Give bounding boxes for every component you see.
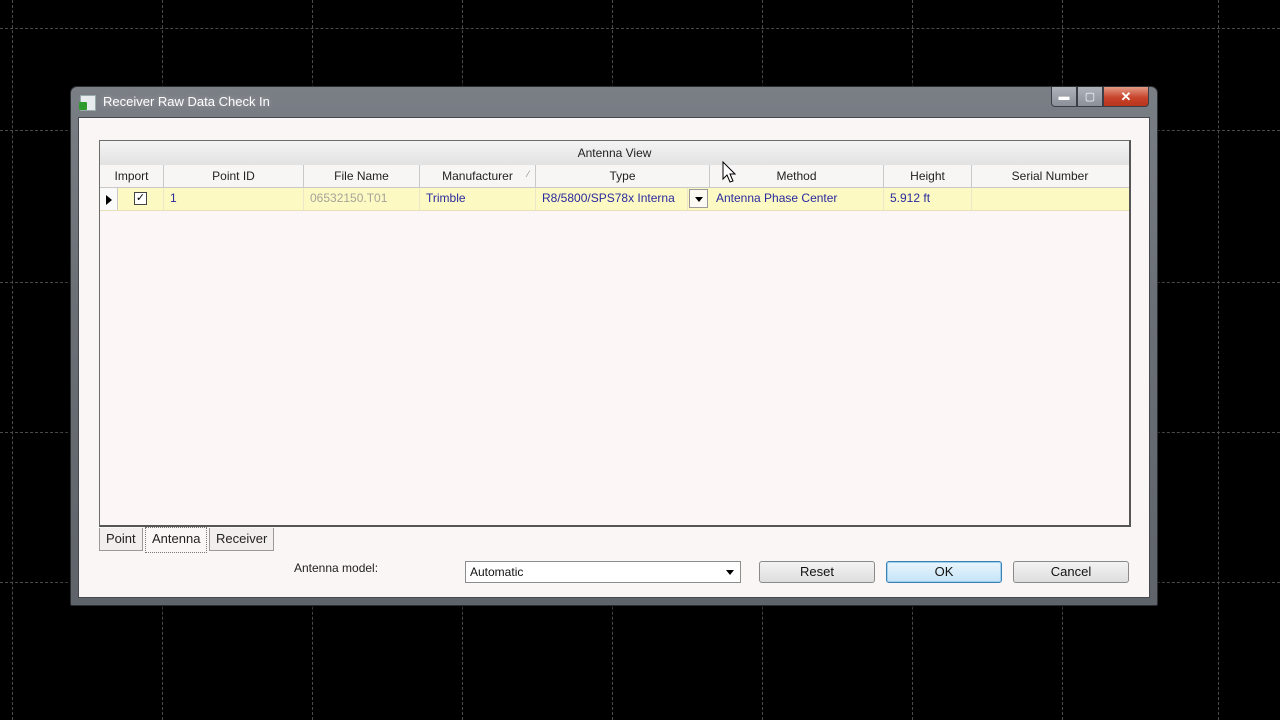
cell-method[interactable]: Antenna Phase Center — [710, 188, 884, 210]
type-dropdown-button[interactable] — [689, 189, 708, 208]
maximize-button[interactable]: ▢ — [1077, 87, 1103, 107]
antenna-grid[interactable]: Antenna View Import Point ID File Name M… — [99, 140, 1131, 527]
column-header-import[interactable]: Import — [100, 165, 164, 187]
close-button[interactable]: ✕ — [1103, 87, 1149, 107]
cell-serial-number[interactable] — [972, 188, 1128, 210]
column-header-manufacturer-label: Manufacturer — [442, 169, 513, 183]
dialog-client-area: Antenna View Import Point ID File Name M… — [78, 117, 1150, 598]
column-header-file-name[interactable]: File Name — [304, 165, 420, 187]
column-header-row: Import Point ID File Name Manufacturer ⁄… — [100, 165, 1129, 188]
cancel-button[interactable]: Cancel — [1013, 561, 1129, 583]
column-header-serial-number[interactable]: Serial Number — [972, 165, 1128, 187]
column-header-height[interactable]: Height — [884, 165, 972, 187]
sort-indicator-icon: ⁄ — [527, 169, 529, 179]
antenna-model-dropdown[interactable]: Automatic — [465, 561, 741, 583]
column-header-point-id[interactable]: Point ID — [164, 165, 304, 187]
ok-button[interactable]: OK — [886, 561, 1002, 583]
cell-import: ✓ — [118, 188, 164, 210]
cell-type[interactable]: R8/5800/SPS78x Interna — [536, 188, 688, 210]
reset-button[interactable]: Reset — [759, 561, 875, 583]
grid-group-header: Antenna View — [100, 141, 1129, 166]
dialog-window: Receiver Raw Data Check In ▬ ▢ ✕ Antenna… — [70, 86, 1158, 606]
cell-manufacturer[interactable]: Trimble — [420, 188, 536, 210]
mouse-cursor-icon — [722, 161, 737, 183]
tab-antenna[interactable]: Antenna — [145, 527, 208, 553]
title-bar[interactable]: Receiver Raw Data Check In ▬ ▢ ✕ — [71, 87, 1157, 117]
row-selector[interactable] — [100, 188, 118, 210]
table-row[interactable]: ✓ 1 06532150.T01 Trimble R8/5800/SPS78x … — [100, 188, 1129, 211]
cell-file-name: 06532150.T01 — [304, 188, 420, 210]
chevron-down-icon — [726, 570, 734, 575]
caption-buttons: ▬ ▢ ✕ — [1051, 87, 1149, 107]
antenna-model-value: Automatic — [470, 565, 524, 579]
app-icon — [79, 95, 96, 111]
antenna-model-label: Antenna model: — [294, 561, 379, 575]
import-checkbox[interactable]: ✓ — [134, 192, 147, 205]
window-title: Receiver Raw Data Check In — [103, 94, 270, 109]
tab-receiver[interactable]: Receiver — [209, 528, 275, 551]
cell-point-id[interactable]: 1 — [164, 188, 304, 210]
current-row-arrow-icon — [106, 195, 112, 205]
minimize-button[interactable]: ▬ — [1051, 87, 1077, 107]
column-header-manufacturer[interactable]: Manufacturer ⁄ — [420, 165, 536, 187]
column-header-type[interactable]: Type — [536, 165, 710, 187]
cell-height[interactable]: 5.912 ft — [884, 188, 972, 210]
tab-point[interactable]: Point — [99, 528, 143, 551]
